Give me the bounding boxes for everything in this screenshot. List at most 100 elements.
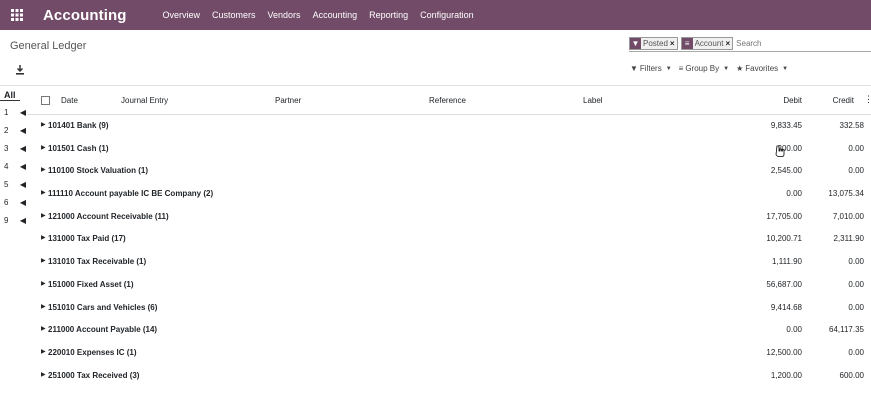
account-group-label: 101501 Cash (1) [48,143,109,153]
credit-value: 2,311.90 [833,234,864,244]
menu-reporting[interactable]: Reporting [369,10,408,20]
facet-posted-label: Posted [643,39,668,48]
table-row[interactable]: ▶ 111110 Account payable IC BE Company (2… [28,183,871,206]
star-icon: ★ [736,64,744,73]
menu-customers[interactable]: Customers [212,10,256,20]
caret-left-icon: ◀ [19,108,26,117]
facet-posted: ▼ Posted × [629,37,678,50]
level-item[interactable]: 6 ◀ [4,198,26,207]
table-row[interactable]: ▶ 151010 Cars and Vehicles (6) 9,414.68 0.0… [28,297,871,320]
table-row[interactable]: ▶252010 Tax Payable (2)100.00100.00 [28,387,871,394]
account-group-label: 101401 Bank (9) [48,121,109,130]
facet-account: ≡ Account × [680,37,734,50]
group-icon: ≡ [681,38,693,49]
credit-value: 7,010.00 [832,211,864,221]
caret-right-icon: ▶ [41,122,46,128]
debit-value: 1,111.90 [772,257,802,267]
search-box: ▼ Posted × ≡ Account × [629,36,871,52]
debit-value: 10,200.71 [766,234,802,244]
grid-icon [11,9,23,21]
favorites-button[interactable]: ★ Favorites ▼ [736,64,788,73]
debit-value: 17,705.00 [766,211,802,221]
account-group-label: 121000 Account Receivable (11) [48,211,169,221]
level-item[interactable]: 4 ◀ [4,162,26,171]
account-group-label: 131010 Tax Receivable (1) [48,257,147,267]
table-row[interactable]: ▶ 101501 Cash (1) 200.00 0.00 [28,138,871,161]
table-row[interactable]: ▶ 121000 Account Receivable (11) 17,705.00… [28,206,871,229]
level-item[interactable]: 5 ◀ [4,180,26,189]
ledger-table: Date Journal Entry Partner Reference Lab… [28,87,871,394]
column-journal-entry[interactable]: Journal Entry [121,96,168,105]
apps-menu-icon[interactable] [0,0,34,30]
caret-left-icon: ◀ [19,162,26,171]
level-number: 6 [4,198,9,207]
table-row[interactable]: ▶ 131000 Tax Paid (17) 10,200.71 2,311.90 [28,228,871,251]
table-header: Date Journal Entry Partner Reference Lab… [28,87,871,115]
column-date[interactable]: Date [61,96,78,105]
credit-value: 13,075.34 [828,189,864,199]
caret-left-icon: ◀ [19,216,26,225]
debit-value: 9,414.68 [770,302,802,312]
groupby-button[interactable]: ≡ Group By ▼ [679,64,729,73]
table-row[interactable]: ▶ 151000 Fixed Asset (1) 56,687.00 0.00 [28,274,871,297]
caret-left-icon: ◀ [19,126,26,135]
caret-right-icon: ▶ [41,167,46,174]
level-item[interactable]: 9 ◀ [4,216,26,225]
credit-value: 0.00 [848,143,864,153]
level-all[interactable]: All [0,90,20,101]
table-body: ▶ 101401 Bank (9) 9,833.45 332.58 ▶ 101501 Ca… [28,115,871,394]
caret-left-icon: ◀ [19,144,26,153]
caret-down-icon: ▼ [665,65,672,72]
debit-value: 12,500.00 [766,347,802,357]
app-brand[interactable]: Accounting [43,7,127,24]
debit-value: 56,687.00 [766,279,802,289]
account-group-label: 110100 Stock Valuation (1) [48,166,149,176]
table-row[interactable]: ▶ 220010 Expenses IC (1) 12,500.00 0.00 [28,342,871,365]
column-label[interactable]: Label [583,96,603,105]
menu-vendors[interactable]: Vendors [268,10,301,20]
debit-value: 0.00 [786,325,802,335]
select-all-checkbox[interactable] [41,96,50,105]
filters-button[interactable]: ▼ Filters ▼ [630,64,672,73]
account-group-label: 211000 Account Payable (14) [48,325,158,335]
level-item[interactable]: 1 ◀ [4,108,26,117]
facet-account-label: Account [694,39,724,48]
download-icon[interactable] [15,65,25,75]
table-row[interactable]: ▶ 110100 Stock Valuation (1) 2,545.00 0.00 [28,160,871,183]
level-number: 9 [4,216,9,225]
column-reference[interactable]: Reference [429,96,466,105]
credit-value: 0.00 [848,347,864,357]
table-row[interactable]: ▶ 251000 Tax Received (3) 1,200.00 600.00 [28,365,871,388]
column-credit[interactable]: Credit [833,96,854,105]
table-row[interactable]: ▶ 101401 Bank (9) 9,833.45 332.58 [28,115,871,138]
account-group-label: 151010 Cars and Vehicles (6) [48,302,158,312]
account-group-label: 220010 Expenses IC (1) [48,347,137,357]
level-item[interactable]: 2 ◀ [4,126,26,135]
level-number: 3 [4,144,9,153]
page-title: General Ledger [10,40,87,52]
list-icon: ≡ [678,64,684,73]
menu-accounting[interactable]: Accounting [313,10,358,20]
table-row[interactable]: ▶ 131010 Tax Receivable (1) 1,111.90 0.00 [28,251,871,274]
column-debit[interactable]: Debit [783,96,802,105]
search-input[interactable] [736,39,777,48]
menu-configuration[interactable]: Configuration [420,10,474,20]
column-partner[interactable]: Partner [275,96,301,105]
search-options: ▼ Filters ▼ ≡ Group By ▼ ★ Favorites ▼ [630,64,795,73]
level-item[interactable]: 3 ◀ [4,144,26,153]
credit-value: 332.58 [839,121,864,130]
caret-down-icon: ▼ [782,65,789,72]
table-row[interactable]: ▶ 211000 Account Payable (14) 0.00 64,117.3… [28,319,871,342]
caret-right-icon: ▶ [41,212,46,219]
column-options-icon[interactable]: ⋮ [864,94,871,105]
main-menu: Overview Customers Vendors Accounting Re… [163,10,486,20]
close-icon[interactable]: × [725,38,732,49]
level-side-panel: All 1 ◀ 2 ◀ 3 ◀ 4 ◀ 5 ◀ 6 ◀ 9 ◀ [0,87,28,394]
close-icon[interactable]: × [670,38,677,49]
debit-value: 0.00 [786,189,802,199]
credit-value: 64,117.35 [829,325,864,335]
debit-value: 1,200.00 [770,370,802,380]
menu-overview[interactable]: Overview [163,10,201,20]
account-group-label: 151000 Fixed Asset (1) [48,279,134,289]
filters-label: Filters [639,64,662,73]
